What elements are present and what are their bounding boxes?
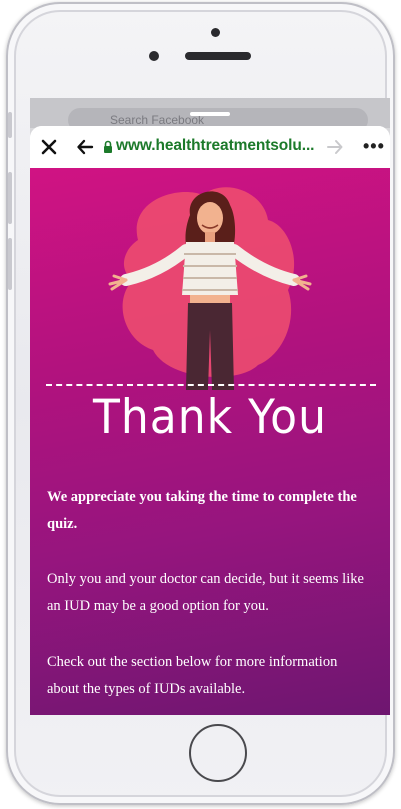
proximity-sensor: [211, 28, 220, 37]
phone-screen: Search Facebook www.healthtreatmentsolu.…: [30, 98, 390, 715]
close-icon[interactable]: [40, 138, 58, 156]
browser-toolbar: www.healthtreatmentsolu... •••: [30, 126, 390, 168]
mute-switch: [8, 112, 12, 138]
forward-arrow-icon[interactable]: [326, 138, 344, 156]
thank-you-heading: Thank You: [93, 389, 327, 446]
appreciation-text: We appreciate you taking the time to com…: [47, 489, 357, 532]
earpiece-speaker: [185, 52, 251, 60]
woman-illustration: [108, 187, 312, 390]
info-text: Check out the section below for more inf…: [47, 654, 338, 697]
in-app-browser-sheet: www.healthtreatmentsolu... ••• Thank You…: [30, 126, 390, 715]
dashed-divider: [46, 384, 376, 386]
volume-down-button: [8, 238, 12, 290]
front-camera: [149, 51, 159, 61]
lock-icon: [104, 140, 112, 153]
home-button[interactable]: [189, 724, 247, 782]
url-text[interactable]: www.healthtreatmentsolu...: [116, 137, 314, 155]
sheet-grabber[interactable]: [190, 112, 230, 116]
volume-up-button: [8, 172, 12, 224]
web-content: Thank You We appreciate you taking the t…: [30, 168, 390, 715]
back-arrow-icon[interactable]: [76, 138, 94, 156]
recommendation-text: Only you and your doctor can decide, but…: [47, 571, 364, 614]
more-icon[interactable]: •••: [363, 136, 385, 157]
